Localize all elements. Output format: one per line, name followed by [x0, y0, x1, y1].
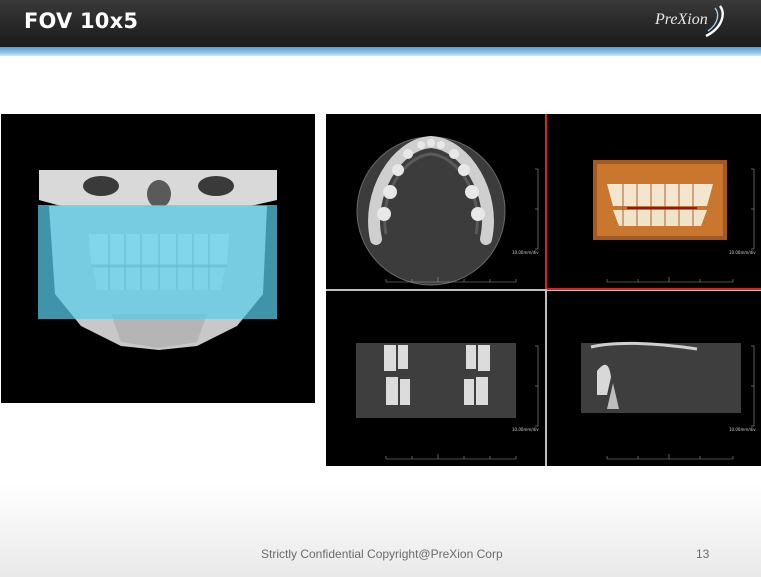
- footer-gradient: [0, 484, 761, 577]
- coronal-scale-label: 10.00mm/div: [512, 427, 539, 432]
- copyright-footer: Strictly Confidential Copyright@PreXion …: [261, 547, 503, 561]
- fov-10x5-overlay: [38, 205, 277, 319]
- axial-viewport[interactable]: 10.00mm/div: [326, 114, 545, 289]
- page-number: 13: [696, 547, 710, 561]
- coronal-slice-image: [356, 343, 539, 460]
- axial-slice-image: [356, 135, 539, 286]
- volume-render-viewport[interactable]: 10.00mm/div: [547, 114, 761, 289]
- prexion-logo-swoosh-icon: [705, 5, 724, 38]
- volume-scale-label: 10.00mm/div: [729, 250, 756, 255]
- slide-title: FOV 10x5: [24, 9, 139, 33]
- active-viewport-border-bottom: [547, 288, 761, 290]
- axial-scale-label: 10.00mm/div: [512, 250, 539, 255]
- active-viewport-border-left: [545, 114, 547, 289]
- coronal-viewport[interactable]: 10.00mm/div: [326, 291, 545, 466]
- sagittal-viewport[interactable]: 10.00mm/div: [547, 291, 761, 466]
- ct-viewport-grid: 10.00mm/div 10.00mm/div 10.00mm/div 10.0…: [326, 114, 761, 466]
- sagittal-slice-image: [581, 341, 755, 460]
- frontal-3d-render-panel: [1, 114, 315, 403]
- teeth-volume-render-image: [593, 160, 755, 283]
- slide: FOV 10x5 PreXion 10.00mm/div 10.00mm/div…: [0, 0, 761, 577]
- header-accent-strip: [0, 47, 761, 56]
- sagittal-scale-label: 10.00mm/div: [729, 427, 756, 432]
